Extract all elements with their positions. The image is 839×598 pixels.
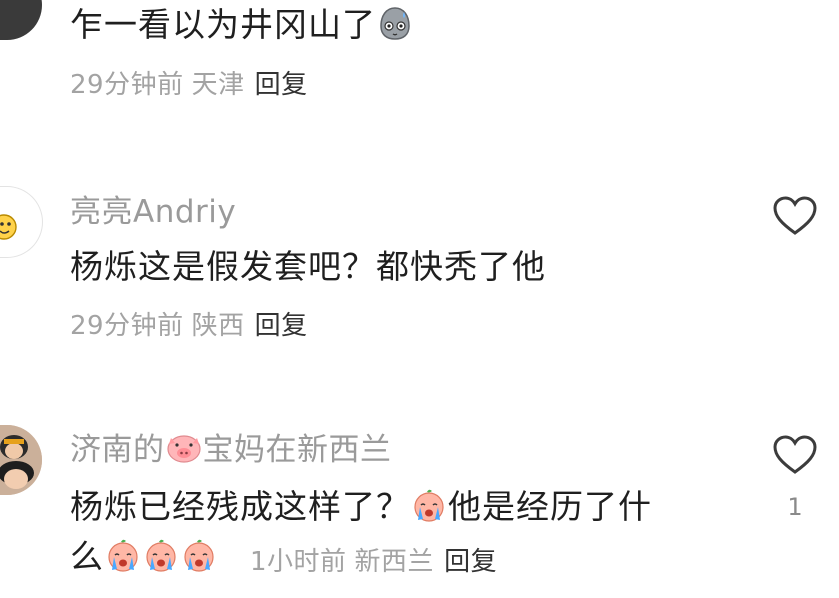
heart-outline-icon — [773, 435, 817, 474]
comment-meta: 1小时前 新西兰 回复 — [250, 541, 497, 578]
comment-meta: 29分钟前 陕西 回复 — [70, 305, 308, 342]
timestamp: 29分钟前 — [70, 311, 184, 341]
location: 天津 — [191, 70, 245, 100]
like-button[interactable] — [771, 433, 819, 477]
crying-face-emoji — [142, 536, 180, 574]
crying-face-emoji — [410, 486, 448, 524]
timestamp: 29分钟前 — [70, 70, 184, 100]
crying-face-emoji — [180, 536, 218, 574]
avatar-photo — [0, 425, 42, 495]
avatar-emoji-icon — [0, 214, 17, 240]
comment-text: 杨烁这是假发套吧？都快秃了他 — [70, 247, 546, 286]
reply-button[interactable]: 回复 — [444, 547, 497, 577]
avatar[interactable] — [0, 186, 43, 258]
reply-button[interactable]: 回复 — [255, 311, 308, 341]
comment-text: 杨烁已经残成这样了？ 他是经历了什 — [70, 486, 652, 526]
comment-meta: 29分钟前 天津 回复 — [70, 64, 308, 101]
avatar[interactable] — [0, 0, 42, 40]
location: 陕西 — [191, 311, 245, 341]
avatar[interactable] — [0, 425, 42, 495]
location: 新西兰 — [354, 547, 435, 577]
heart-outline-icon — [773, 196, 817, 235]
timestamp: 1小时前 — [250, 547, 347, 577]
crying-face-emoji — [104, 536, 142, 574]
comment-text: 乍一看以为井冈山了 — [70, 0, 414, 52]
comment-text-line2: 么 — [70, 530, 218, 584]
pig-face-emoji — [165, 428, 203, 466]
like-count: 1 — [787, 493, 803, 521]
sweat-face-emoji — [376, 4, 414, 42]
username[interactable]: 济南的 宝妈在新西兰 — [70, 424, 392, 469]
reply-button[interactable]: 回复 — [255, 70, 308, 100]
username[interactable]: 亮亮Andriy — [70, 186, 236, 231]
like-button[interactable] — [771, 194, 819, 238]
